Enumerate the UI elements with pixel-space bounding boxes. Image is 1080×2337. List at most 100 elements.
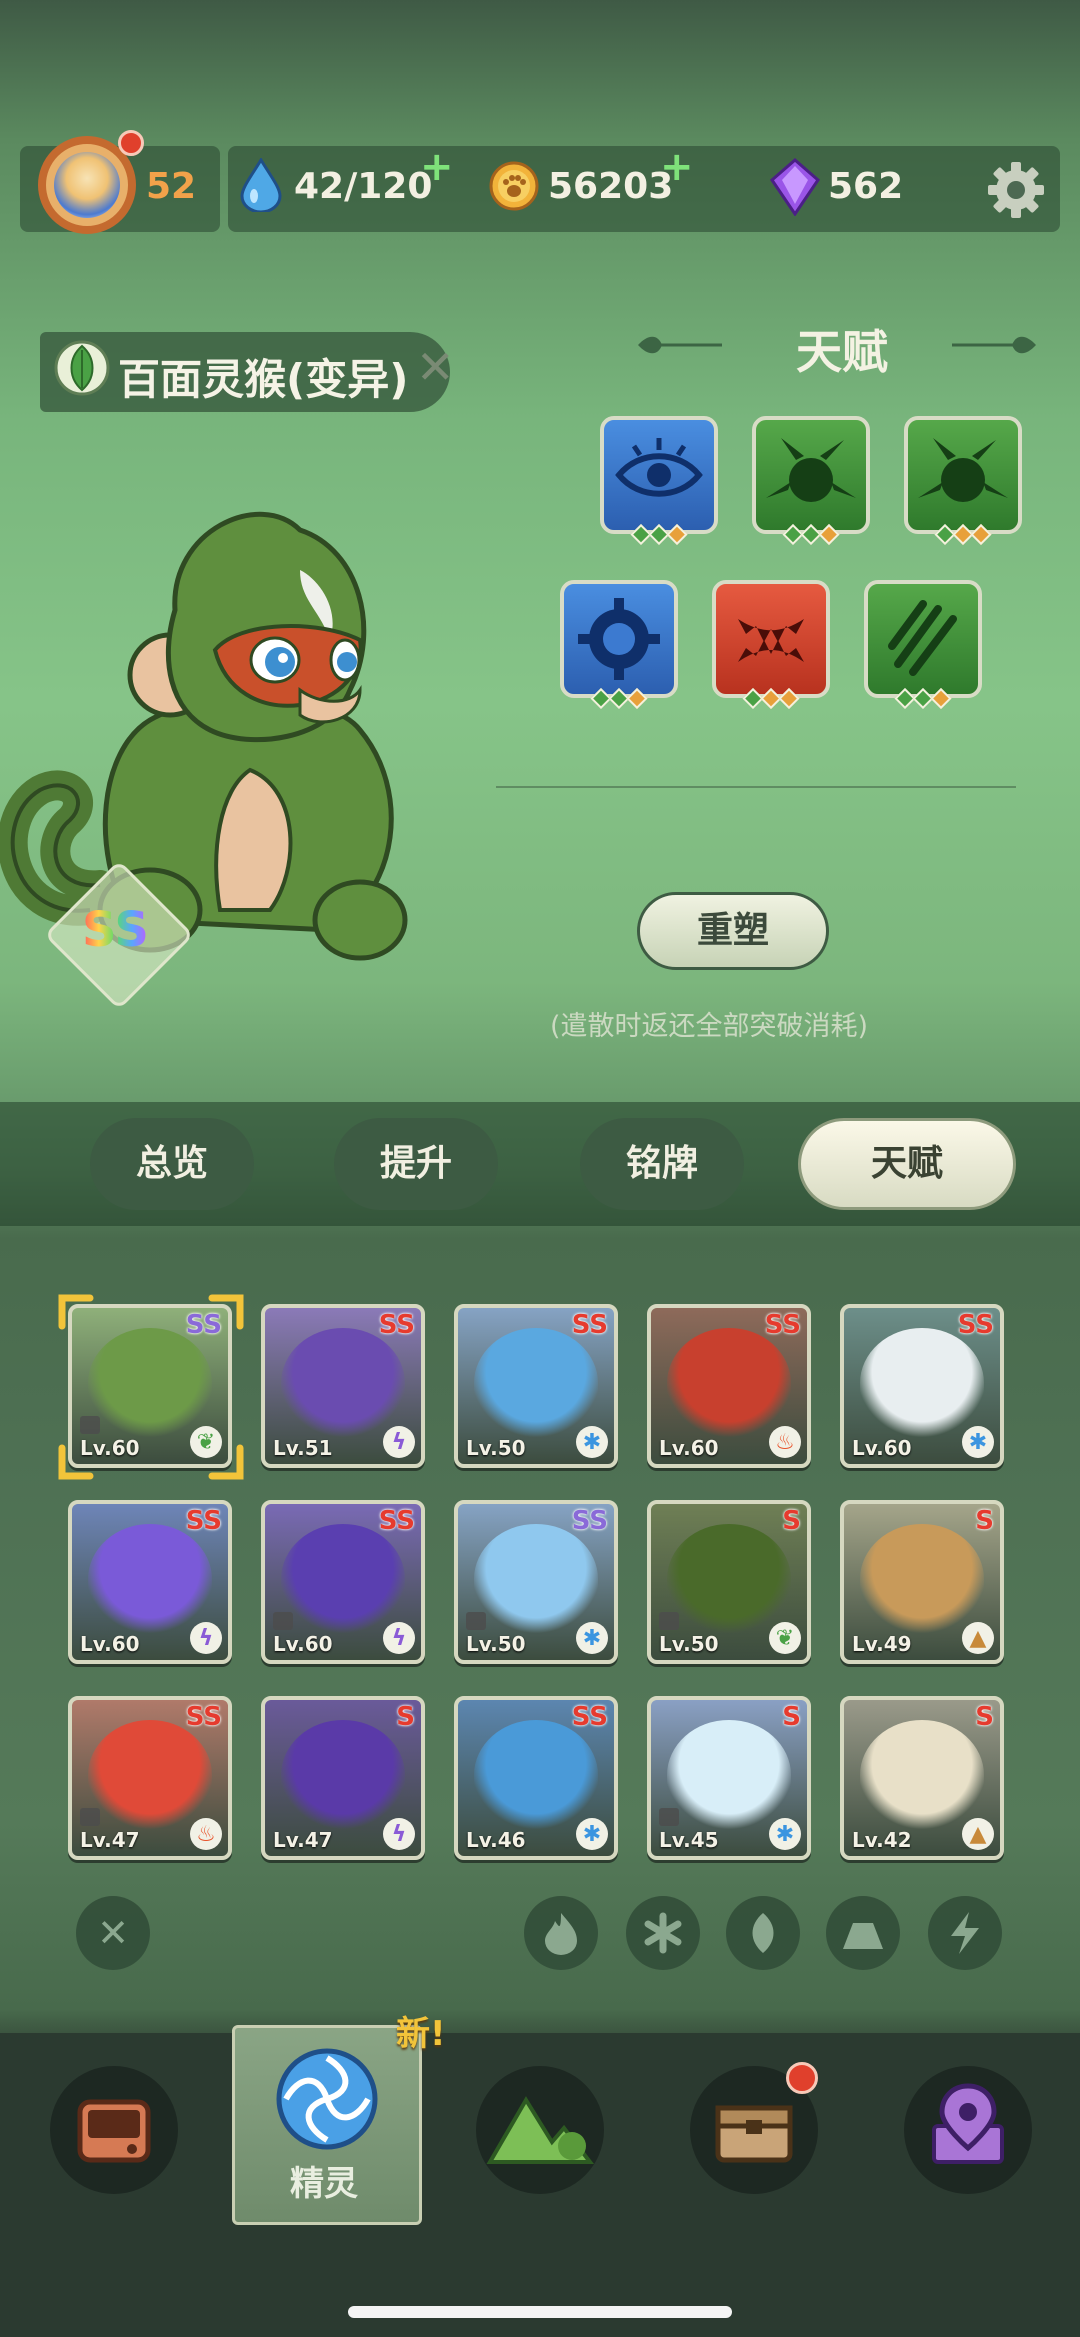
spiky-ball-icon — [766, 438, 856, 502]
pet-card[interactable]: SS Lv.60 ♨ — [647, 1304, 811, 1468]
lock-icon — [273, 1612, 293, 1630]
pet-card-rank: SS — [764, 1310, 801, 1340]
pet-card[interactable]: SS Lv.60 ✱ — [840, 1304, 1004, 1468]
pet-card[interactable]: SS Lv.50 ✱ — [454, 1304, 618, 1468]
pet-thumbnail — [281, 1720, 405, 1830]
add-stamina-button[interactable]: + — [420, 144, 454, 190]
purple-gem-icon — [770, 158, 820, 216]
pet-card[interactable]: SS Lv.50 ✱ — [454, 1500, 618, 1664]
pet-card[interactable]: SS Lv.51 ϟ — [261, 1304, 425, 1468]
water-drop-icon — [240, 158, 282, 212]
pet-card[interactable]: S Lv.50 ❦ — [647, 1500, 811, 1664]
ice-filter-button[interactable] — [626, 1896, 700, 1970]
pet-card-rank: S — [975, 1506, 994, 1536]
pet-card-rank: SS — [378, 1310, 415, 1340]
grass-element-icon: ❦ — [769, 1622, 801, 1654]
lightning-icon — [951, 1912, 979, 1954]
reshape-button[interactable]: 重塑 — [637, 892, 829, 970]
gear-icon[interactable] — [984, 158, 1048, 222]
ice-icon — [644, 1912, 682, 1954]
earth-filter-button[interactable] — [826, 1896, 900, 1970]
talent-tile-fangs[interactable] — [712, 580, 830, 710]
pet-card[interactable]: SS Lv.46 ✱ — [454, 1696, 618, 1860]
electric-element-icon: ϟ — [383, 1622, 415, 1654]
pet-card[interactable]: S Lv.47 ϟ — [261, 1696, 425, 1860]
pet-card-level: Lv.60 — [80, 1632, 140, 1656]
pet-card-level: Lv.51 — [273, 1436, 333, 1460]
talent-tile-spike-1[interactable] — [752, 416, 870, 546]
pet-thumbnail — [281, 1328, 405, 1438]
add-coins-button[interactable]: + — [660, 144, 694, 190]
pet-thumbnail — [860, 1720, 984, 1830]
paw-coin-icon — [489, 161, 539, 211]
pet-card-level: Lv.49 — [852, 1632, 912, 1656]
electric-element-icon: ϟ — [190, 1622, 222, 1654]
claw-slash-icon — [888, 600, 957, 676]
pet-card[interactable]: S Lv.42 ▲ — [840, 1696, 1004, 1860]
pet-thumbnail — [88, 1720, 212, 1830]
gem-value: 562 — [828, 166, 904, 207]
pet-card-level: Lv.60 — [273, 1632, 333, 1656]
tab-upgrade[interactable]: 提升 — [334, 1118, 498, 1210]
pet-card-level: Lv.50 — [466, 1436, 526, 1460]
pet-card-rank: SS — [571, 1506, 608, 1536]
ice-element-icon: ✱ — [576, 1622, 608, 1654]
lock-icon — [80, 1808, 100, 1826]
ice-element-icon: ✱ — [576, 1426, 608, 1458]
electric-element-icon: ϟ — [383, 1426, 415, 1458]
tab-nameplate[interactable]: 铭牌 — [580, 1118, 744, 1210]
tab-talent[interactable]: 天赋 — [798, 1118, 1016, 1210]
fire-element-icon: ♨ — [190, 1818, 222, 1850]
pet-thumbnail — [667, 1328, 791, 1438]
fire-filter-button[interactable] — [524, 1896, 598, 1970]
talent-tile-claw[interactable] — [864, 580, 982, 710]
pet-thumbnail — [281, 1524, 405, 1634]
pet-thumbnail — [667, 1720, 791, 1830]
chest-notification-dot — [786, 2062, 818, 2094]
close-icon[interactable]: ✕ — [416, 340, 455, 394]
ice-element-icon: ✱ — [769, 1818, 801, 1850]
pet-card-level: Lv.46 — [466, 1828, 526, 1852]
pet-card[interactable]: S Lv.45 ✱ — [647, 1696, 811, 1860]
pet-card[interactable]: SS Lv.60 ϟ — [261, 1500, 425, 1664]
home-indicator — [348, 2306, 732, 2318]
nav-map[interactable] — [904, 2066, 1032, 2194]
talent-title: 天赋 — [796, 325, 888, 379]
ice-element-icon: ✱ — [962, 1426, 994, 1458]
leaf-icon — [752, 1913, 774, 1953]
pet-rank: SS — [82, 902, 149, 958]
fire-icon — [545, 1913, 577, 1955]
pet-card-rank: S — [975, 1702, 994, 1732]
pet-card-rank: S — [782, 1702, 801, 1732]
pet-card[interactable]: S Lv.49 ▲ — [840, 1500, 1004, 1664]
tab-overview[interactable]: 总览 — [90, 1118, 254, 1210]
pet-card-level: Lv.50 — [466, 1632, 526, 1656]
pet-card[interactable]: SS Lv.60 ϟ — [68, 1500, 232, 1664]
nav-explore[interactable] — [476, 2066, 604, 2194]
nav-device[interactable] — [50, 2066, 178, 2194]
talent-tile-spike-2[interactable] — [904, 416, 1022, 546]
talent-tile-eye[interactable] — [600, 416, 718, 546]
talent-tile-gear[interactable] — [560, 580, 678, 710]
divider — [496, 786, 1016, 788]
pet-card-rank: SS — [185, 1506, 222, 1536]
pet-card-rank: SS — [957, 1310, 994, 1340]
eye-icon — [615, 438, 703, 497]
notification-dot — [118, 130, 144, 156]
pet-card-rank: SS — [571, 1310, 608, 1340]
coin-value: 56203 — [548, 166, 674, 207]
pet-card-rank: S — [782, 1506, 801, 1536]
gear-ring-icon — [578, 598, 660, 680]
selection-frame — [58, 1294, 244, 1480]
pet-card-level: Lv.47 — [273, 1828, 333, 1852]
pet-card-level: Lv.50 — [659, 1632, 719, 1656]
lightning-filter-button[interactable] — [928, 1896, 1002, 1970]
pet-card[interactable]: SS Lv.47 ♨ — [68, 1696, 232, 1860]
earth-element-icon: ▲ — [962, 1622, 994, 1654]
nav-spirit-label: 精灵 — [290, 2164, 358, 2204]
pet-card-rank: S — [396, 1702, 415, 1732]
pet-card-rank: SS — [185, 1702, 222, 1732]
leaf-filter-button[interactable] — [726, 1896, 800, 1970]
clear-filter-button[interactable]: ✕ — [76, 1896, 150, 1970]
stamina-value: 42/120 — [294, 166, 433, 207]
